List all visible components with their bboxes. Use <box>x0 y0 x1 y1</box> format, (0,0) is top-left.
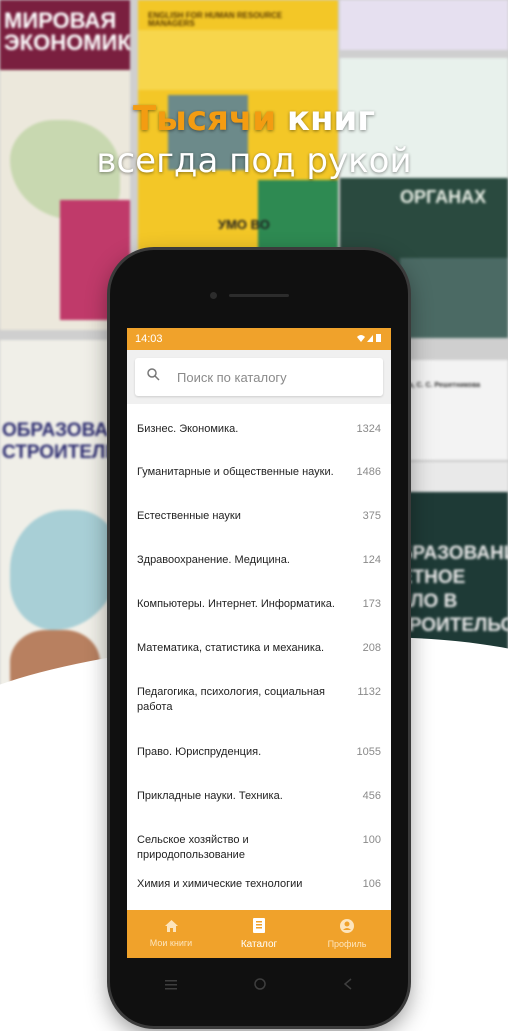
back-icon[interactable] <box>343 977 353 993</box>
category-count: 1486 <box>356 466 381 478</box>
category-name: Естественные науки <box>137 510 241 522</box>
bottom-tab-bar: Мои книги Каталог Профиль <box>127 910 391 958</box>
list-item[interactable]: Химия и химические технологии 106 <box>127 860 391 904</box>
headline-rest: книг <box>286 99 376 139</box>
search-input[interactable]: Поиск по каталогу <box>135 358 383 396</box>
front-camera <box>210 292 217 299</box>
category-count: 1324 <box>356 423 381 435</box>
tab-label: Профиль <box>327 939 367 949</box>
category-name: Сельское хозяйство и природопользование <box>137 834 249 861</box>
list-item[interactable]: Гуманитарные и общественные науки. 1486 <box>127 448 391 492</box>
category-count: 173 <box>362 598 381 610</box>
category-name: Здравоохранение. Медицина. <box>137 554 290 566</box>
book-cover-badge: УМО ВО <box>218 217 270 232</box>
home-icon <box>164 920 178 936</box>
category-count: 124 <box>362 554 381 566</box>
home-button-icon[interactable] <box>254 977 266 993</box>
app-screen: 14:03 Поиск по каталогу Бизнес. Экономик… <box>127 328 391 958</box>
category-name: Компьютеры. Интернет. Информатика. <box>137 598 335 610</box>
category-name: Гуманитарные и общественные науки. <box>137 466 334 478</box>
book-icon <box>253 918 265 937</box>
menu-icon[interactable] <box>165 978 178 993</box>
android-nav-keys <box>127 965 391 1005</box>
category-name: Право. Юриспруденция. <box>137 746 262 758</box>
tab-catalog[interactable]: Каталог <box>215 910 303 958</box>
category-name: Математика, статистика и механика. <box>137 642 325 654</box>
category-count: 1132 <box>357 686 381 698</box>
phone-mockup: 14:03 Поиск по каталогу Бизнес. Экономик… <box>110 250 408 1026</box>
list-item[interactable]: Право. Юриспруденция. 1055 <box>127 728 391 772</box>
category-count: 456 <box>362 790 381 802</box>
earpiece-speaker <box>229 294 289 297</box>
search-container: Поиск по каталогу <box>127 350 391 404</box>
status-time: 14:03 <box>135 333 163 345</box>
list-item[interactable]: Сельское хозяйство и природопользование … <box>127 816 391 861</box>
tab-label: Каталог <box>240 939 278 950</box>
book-cover-title: МИРОВАЯ ЭКОНОМИКА <box>4 8 130 55</box>
wifi-signal-battery-icons <box>357 333 381 342</box>
list-item[interactable]: Математика, статистика и механика. 208 <box>127 624 391 668</box>
search-placeholder: Поиск по каталогу <box>177 369 287 385</box>
list-item[interactable]: Прикладные науки. Техника. 456 <box>127 772 391 816</box>
tab-my-books[interactable]: Мои книги <box>127 910 215 958</box>
category-name: Химия и химические технологии <box>137 878 303 890</box>
category-name: Прикладные науки. Техника. <box>137 790 283 802</box>
category-count: 1055 <box>356 746 381 758</box>
category-count: 100 <box>362 834 381 846</box>
category-name: Педагогика, психология, социальная работ… <box>137 686 325 713</box>
category-count: 106 <box>362 878 381 890</box>
promo-screen: МИРОВАЯ ЭКОНОМИКА ENGLISH FOR HUMAN RESO… <box>0 0 508 1031</box>
status-bar: 14:03 <box>127 328 391 350</box>
category-count: 375 <box>362 510 381 522</box>
tab-profile[interactable]: Профиль <box>303 910 391 958</box>
status-icons <box>355 333 383 346</box>
book-cover-title: ENGLISH FOR HUMAN RESOURCE MANAGERS <box>148 11 283 28</box>
book-cover-title: ОРГАНАХ <box>400 187 487 207</box>
list-item[interactable]: Здравоохранение. Медицина. 124 <box>127 536 391 580</box>
list-item[interactable]: Педагогика, психология, социальная работ… <box>127 668 391 728</box>
list-item[interactable]: Естественные науки 375 <box>127 492 391 536</box>
list-item[interactable]: Компьютеры. Интернет. Информатика. 173 <box>127 580 391 624</box>
catalog-list: Бизнес. Экономика. 1324 Гуманитарные и о… <box>127 404 391 904</box>
headline-accent: Тысячи <box>132 99 277 139</box>
tab-label: Мои книги <box>149 938 193 948</box>
search-icon <box>147 368 177 386</box>
promo-headline: Тысячи книг всегда под рукой <box>0 98 508 182</box>
category-count: 208 <box>362 642 381 654</box>
book-cover-small <box>340 0 508 50</box>
user-icon <box>340 919 354 937</box>
list-item[interactable]: Бизнес. Экономика. 1324 <box>127 404 391 448</box>
headline-line2: всегда под рукой <box>96 141 412 181</box>
category-name: Бизнес. Экономика. <box>137 423 239 435</box>
